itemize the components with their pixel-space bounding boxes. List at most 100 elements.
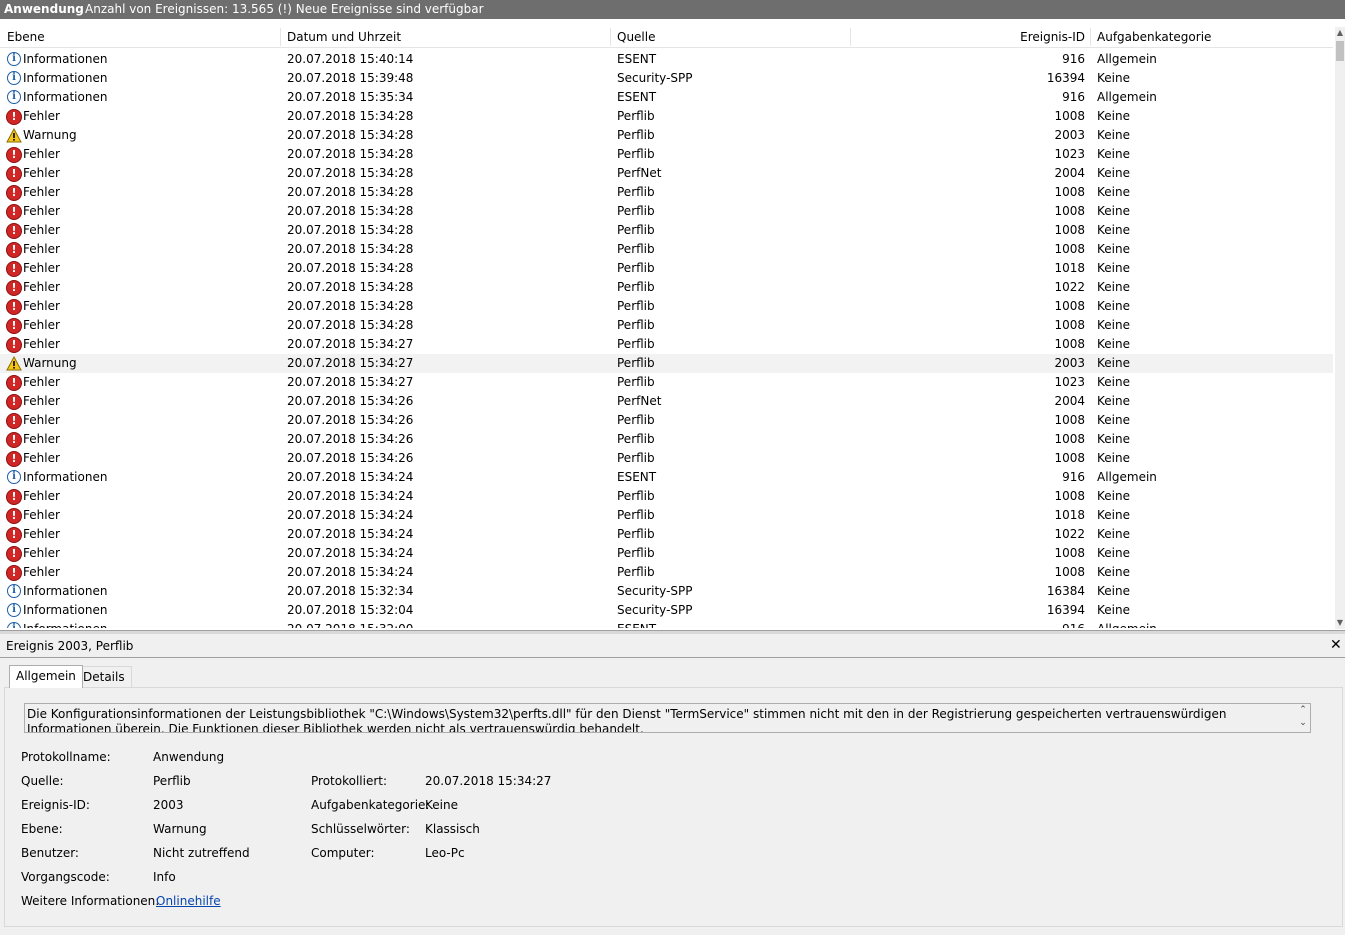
cell-datetime: 20.07.2018 15:32:04 xyxy=(287,603,414,617)
event-message-box[interactable]: Die Konfigurationsinformationen der Leis… xyxy=(24,703,1311,733)
cell-event-id: 1008 xyxy=(1054,451,1085,465)
label-level: Ebene: xyxy=(21,822,63,836)
table-row[interactable]: i Informationen 20.07.2018 15:34:24 ESENT 91… xyxy=(0,468,1333,487)
table-row[interactable]: ! Fehler 20.07.2018 15:34:24 Perflib 1008 Kei… xyxy=(0,544,1333,563)
table-row[interactable]: ! Fehler 20.07.2018 15:34:28 Perflib 1008 Kei… xyxy=(0,297,1333,316)
cell-event-id: 2004 xyxy=(1054,394,1085,408)
column-header-source[interactable]: Quelle xyxy=(617,27,655,47)
cell-category: Keine xyxy=(1097,147,1130,161)
cell-source: Perflib xyxy=(617,185,655,199)
table-row[interactable]: ! Fehler 20.07.2018 15:34:27 Perflib 1023 Kei… xyxy=(0,373,1333,392)
cell-category: Keine xyxy=(1097,242,1130,256)
table-row[interactable]: ! Fehler 20.07.2018 15:34:28 Perflib 1008 Kei… xyxy=(0,202,1333,221)
table-row[interactable]: i Informationen 20.07.2018 15:32:34 Securit… xyxy=(0,582,1333,601)
table-row[interactable]: ! Fehler 20.07.2018 15:34:26 Perflib 1008 Kei… xyxy=(0,411,1333,430)
value-logged: 20.07.2018 15:34:27 xyxy=(425,774,552,788)
cell-source: Perflib xyxy=(617,489,655,503)
table-row[interactable]: ! Fehler 20.07.2018 15:34:28 Perflib 1018 Kei… xyxy=(0,259,1333,278)
table-row[interactable]: ! Fehler 20.07.2018 15:34:28 PerfNet 2004 Kei… xyxy=(0,164,1333,183)
table-row[interactable]: ! Fehler 20.07.2018 15:34:24 Perflib 1018 Kei… xyxy=(0,506,1333,525)
column-separator[interactable] xyxy=(610,28,611,46)
table-row[interactable]: ! Fehler 20.07.2018 15:34:26 Perflib 1008 Kei… xyxy=(0,449,1333,468)
table-row[interactable]: ! Fehler 20.07.2018 15:34:28 Perflib 1023 Kei… xyxy=(0,145,1333,164)
column-header-event-id[interactable]: Ereignis-ID xyxy=(940,27,1085,47)
table-row[interactable]: ! Fehler 20.07.2018 15:34:24 Perflib 1022 Kei… xyxy=(0,525,1333,544)
column-separator[interactable] xyxy=(1090,28,1091,46)
table-row[interactable]: i Informationen 20.07.2018 15:39:48 Securit… xyxy=(0,69,1333,88)
cell-level: Fehler xyxy=(23,375,60,389)
table-row[interactable]: ! Fehler 20.07.2018 15:34:28 Perflib 1008 Kei… xyxy=(0,183,1333,202)
cell-datetime: 20.07.2018 15:35:34 xyxy=(287,90,414,104)
cell-datetime: 20.07.2018 15:34:24 xyxy=(287,565,414,579)
column-header-category[interactable]: Aufgabenkategorie xyxy=(1097,27,1211,47)
cell-level: Fehler xyxy=(23,546,60,560)
event-message: Die Konfigurationsinformationen der Leis… xyxy=(27,707,1227,733)
scroll-up-icon[interactable]: ▲ xyxy=(1335,27,1345,39)
error-icon: ! xyxy=(6,431,22,448)
cell-level: Fehler xyxy=(23,223,60,237)
error-icon: ! xyxy=(6,298,22,315)
cell-category: Allgemein xyxy=(1097,620,1157,628)
table-row[interactable]: ! Fehler 20.07.2018 15:34:28 Perflib 1008 Kei… xyxy=(0,240,1333,259)
table-row[interactable]: ! Fehler 20.07.2018 15:34:28 Perflib 1008 Kei… xyxy=(0,221,1333,240)
cell-source: Perflib xyxy=(617,109,655,123)
cell-datetime: 20.07.2018 15:34:24 xyxy=(287,489,414,503)
table-row[interactable]: i Informationen 20.07.2018 15:35:34 ESENT 91… xyxy=(0,88,1333,107)
cell-event-id: 1008 xyxy=(1054,204,1085,218)
column-header-datetime[interactable]: Datum und Uhrzeit xyxy=(287,27,401,47)
label-logged: Protokolliert: xyxy=(311,774,388,788)
table-row[interactable]: i Informationen 20.07.2018 15:32:04 Securit… xyxy=(0,601,1333,620)
table-row[interactable]: ! Fehler 20.07.2018 15:34:24 Perflib 1008 Kei… xyxy=(0,563,1333,582)
cell-event-id: 1008 xyxy=(1054,299,1085,313)
table-row-selected[interactable]: Warnung 20.07.2018 15:34:27 Perflib 2003 Kei… xyxy=(0,354,1333,373)
table-row[interactable]: ! Fehler 20.07.2018 15:34:27 Perflib 1008 Kei… xyxy=(0,335,1333,354)
online-help-link[interactable]: Onlinehilfe xyxy=(156,893,221,909)
label-event-id: Ereignis-ID: xyxy=(21,798,90,812)
general-tab-panel: Die Konfigurationsinformationen der Leis… xyxy=(4,687,1343,927)
column-separator[interactable] xyxy=(280,28,281,46)
cell-source: Perflib xyxy=(617,413,655,427)
table-row[interactable]: ! Fehler 20.07.2018 15:34:26 Perflib 1008 Kei… xyxy=(0,430,1333,449)
cell-category: Keine xyxy=(1097,185,1130,199)
cell-category: Keine xyxy=(1097,451,1130,465)
cell-category: Keine xyxy=(1097,565,1130,579)
table-row[interactable]: Warnung 20.07.2018 15:34:28 Perflib 2003 Kei… xyxy=(0,126,1333,145)
tab-general[interactable]: Allgemein xyxy=(9,665,83,688)
table-row[interactable]: ! Fehler 20.07.2018 15:34:28 Perflib 1008 Kei… xyxy=(0,316,1333,335)
cell-category: Keine xyxy=(1097,546,1130,560)
scroll-thumb[interactable] xyxy=(1336,41,1344,61)
cell-level: Fehler xyxy=(23,413,60,427)
tab-details[interactable]: Details xyxy=(76,666,132,687)
vertical-scrollbar[interactable]: ▲ ▼ xyxy=(1335,27,1345,629)
cell-source: PerfNet xyxy=(617,394,662,408)
event-count-info[interactable]: Anzahl von Ereignissen: 13.565 (!) Neue … xyxy=(85,0,484,18)
table-row[interactable]: ! Fehler 20.07.2018 15:34:26 PerfNet 2004 Kei… xyxy=(0,392,1333,411)
scroll-down-icon[interactable]: ▼ xyxy=(1335,617,1345,629)
table-row[interactable]: iInformationen 20.07.2018 15:32:00 ESENT 91… xyxy=(0,620,1333,628)
chevron-up-icon[interactable]: ⌃ xyxy=(1296,704,1310,717)
error-icon: ! xyxy=(6,488,22,505)
column-separator[interactable] xyxy=(850,28,851,46)
message-scrollbar[interactable]: ⌃ ⌄ xyxy=(1296,704,1310,732)
cell-source: Perflib xyxy=(617,128,655,142)
cell-category: Allgemein xyxy=(1097,52,1157,66)
table-row[interactable]: ! Fehler 20.07.2018 15:34:28 Perflib 1008 Kei… xyxy=(0,107,1333,126)
title-bar: Anwendung Anzahl von Ereignissen: 13.565… xyxy=(0,0,1345,19)
cell-datetime: 20.07.2018 15:34:28 xyxy=(287,223,414,237)
column-header-level[interactable]: Ebene xyxy=(7,27,45,47)
cell-source: Perflib xyxy=(617,565,655,579)
cell-datetime: 20.07.2018 15:34:28 xyxy=(287,242,414,256)
close-icon[interactable]: ✕ xyxy=(1330,637,1342,653)
cell-datetime: 20.07.2018 15:34:28 xyxy=(287,166,414,180)
error-icon: ! xyxy=(6,374,22,391)
table-row[interactable]: ! Fehler 20.07.2018 15:34:28 Perflib 1022 Kei… xyxy=(0,278,1333,297)
table-row[interactable]: ! Fehler 20.07.2018 15:34:24 Perflib 1008 Kei… xyxy=(0,487,1333,506)
table-row[interactable]: i Informationen 20.07.2018 15:40:14 ESENT 91… xyxy=(0,50,1333,69)
chevron-down-icon[interactable]: ⌄ xyxy=(1296,717,1310,730)
cell-datetime: 20.07.2018 15:34:26 xyxy=(287,432,414,446)
cell-source: Perflib xyxy=(617,432,655,446)
event-details-pane: Ereignis 2003, Perflib ✕ Allgemein Detai… xyxy=(0,634,1345,935)
cell-category: Keine xyxy=(1097,413,1130,427)
cell-category: Keine xyxy=(1097,337,1130,351)
cell-event-id: 16384 xyxy=(1046,584,1085,598)
